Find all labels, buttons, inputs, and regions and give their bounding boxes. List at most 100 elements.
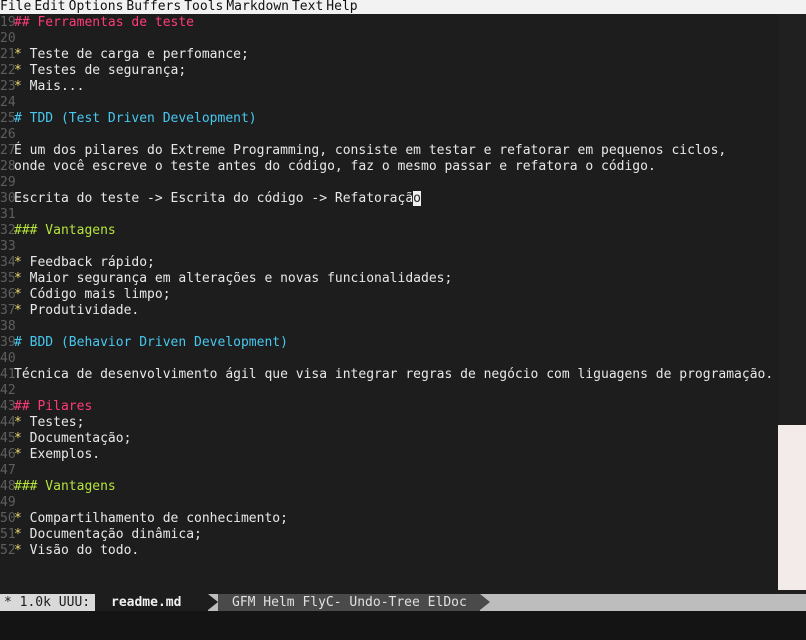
editor-line[interactable]: 41Técnica de desenvolvimento ágil que vi… — [0, 367, 806, 383]
editor-line[interactable]: 42 — [0, 383, 806, 399]
list-bullet: * — [14, 271, 30, 286]
editor-line[interactable]: 20 — [0, 31, 806, 47]
heading-text: # BDD (Behavior Driven Development) — [14, 335, 288, 350]
line-number: 50 — [0, 511, 16, 526]
buffer-filename[interactable]: readme.md — [95, 594, 208, 611]
editor-line[interactable]: 44* Testes; — [0, 415, 806, 431]
editor-line[interactable]: 29 — [0, 175, 806, 191]
menu-item-text[interactable]: Text — [292, 0, 326, 14]
line-number: 51 — [0, 527, 16, 542]
editor-line[interactable]: 49 — [0, 495, 806, 511]
menu-item-file[interactable]: File — [0, 0, 34, 14]
menu-item-options[interactable]: Options — [69, 0, 127, 14]
heading-text: ## Ferramentas de teste — [14, 15, 195, 30]
line-number: 37 — [0, 303, 16, 318]
editor-line[interactable]: 38 — [0, 319, 806, 335]
line-number: 49 — [0, 495, 16, 510]
line-text: É um dos pilares do Extreme Programming,… — [14, 143, 727, 158]
list-bullet: * — [14, 543, 30, 558]
editor-line[interactable]: 31 — [0, 207, 806, 223]
editor-line[interactable]: 46* Exemplos. — [0, 447, 806, 463]
line-number: 41 — [0, 367, 16, 382]
powerline-separator — [208, 594, 218, 610]
line-text: Feedback rápido; — [29, 255, 155, 270]
line-number: 30 — [0, 191, 16, 206]
editor-line[interactable]: 35* Maior segurança em alterações e nova… — [0, 271, 806, 287]
list-bullet: * — [14, 255, 30, 270]
editor-line[interactable]: 48### Vantagens — [0, 479, 806, 495]
list-bullet: * — [14, 511, 30, 526]
minor-modes[interactable]: GFM Helm FlyC- Undo-Tree ElDoc — [218, 594, 480, 611]
line-number: 42 — [0, 383, 16, 398]
line-text: Código mais limpo; — [29, 287, 171, 302]
editor-line[interactable]: 19## Ferramentas de teste — [0, 15, 806, 31]
line-number: 48 — [0, 479, 16, 494]
line-number: 47 — [0, 463, 16, 478]
list-bullet: * — [14, 47, 30, 62]
editor-line[interactable]: 24 — [0, 95, 806, 111]
editor-line[interactable]: 40 — [0, 351, 806, 367]
heading-text: ### Vantagens — [14, 479, 116, 494]
editor-line[interactable]: 25# TDD (Test Driven Development) — [0, 111, 806, 127]
line-text: onde você escreve o teste antes do códig… — [14, 159, 656, 174]
menu-item-markdown[interactable]: Markdown — [226, 0, 292, 14]
editor-line[interactable]: 21* Teste de carga e perfomance; — [0, 47, 806, 63]
editor-line[interactable]: 22* Testes de segurança; — [0, 63, 806, 79]
editor-line[interactable]: 50* Compartilhamento de conhecimento; — [0, 511, 806, 527]
line-number: 52 — [0, 543, 16, 558]
editor-line[interactable]: 30Escrita do teste -> Escrita do código … — [0, 191, 806, 207]
line-text: Mais... — [29, 79, 85, 94]
menu-item-buffers[interactable]: Buffers — [126, 0, 184, 14]
editor-line[interactable]: 52* Visão do todo. — [0, 543, 806, 559]
line-number: 27 — [0, 143, 16, 158]
line-number: 43 — [0, 399, 16, 414]
editor-line[interactable]: 47 — [0, 463, 806, 479]
line-text: Documentação dinâmica; — [29, 527, 202, 542]
editor-line[interactable]: 26 — [0, 127, 806, 143]
list-bullet: * — [14, 527, 30, 542]
editor-line[interactable]: 45* Documentação; — [0, 431, 806, 447]
editor-line[interactable]: 43## Pilares — [0, 399, 806, 415]
editor-line[interactable]: 28onde você escreve o teste antes do cód… — [0, 159, 806, 175]
editor-line[interactable]: 27É um dos pilares do Extreme Programmin… — [0, 143, 806, 159]
minibuffer[interactable] — [0, 611, 806, 640]
line-number: 33 — [0, 239, 16, 254]
editor-line[interactable]: 34* Feedback rápido; — [0, 255, 806, 271]
line-number: 28 — [0, 159, 16, 174]
line-number: 40 — [0, 351, 16, 366]
editor-line[interactable]: 33 — [0, 239, 806, 255]
heading-text: ## Pilares — [14, 399, 93, 414]
menu-item-tools[interactable]: Tools — [184, 0, 226, 14]
line-text: Visão do todo. — [29, 543, 140, 558]
line-number: 44 — [0, 415, 16, 430]
editor-line[interactable]: 32### Vantagens — [0, 223, 806, 239]
line-text: Técnica de desenvolvimento ágil que visa… — [14, 367, 774, 382]
list-bullet: * — [14, 447, 30, 462]
line-text: Exemplos. — [29, 447, 101, 462]
line-number: 23 — [0, 79, 16, 94]
editor-line[interactable]: 37* Produtividade. — [0, 303, 806, 319]
line-number: 29 — [0, 175, 16, 190]
line-text: Teste de carga e perfomance; — [29, 47, 249, 62]
line-number: 26 — [0, 127, 16, 142]
line-number: 38 — [0, 319, 16, 334]
menu-item-help[interactable]: Help — [326, 0, 360, 14]
list-bullet: * — [14, 287, 30, 302]
line-number: 45 — [0, 431, 16, 446]
editor-buffer[interactable]: 19## Ferramentas de teste 20 21* Teste de … — [0, 14, 778, 594]
line-text: Documentação; — [29, 431, 132, 446]
line-number: 19 — [0, 15, 16, 30]
line-number: 46 — [0, 447, 16, 462]
editor-line[interactable]: 23* Mais... — [0, 79, 806, 95]
buffer-status: * 1.0k UUU: — [0, 594, 95, 611]
editor-line[interactable]: 36* Código mais limpo; — [0, 287, 806, 303]
menu-item-edit[interactable]: Edit — [34, 0, 68, 14]
line-number: 22 — [0, 63, 16, 78]
side-panel — [778, 425, 806, 590]
line-number: 39 — [0, 335, 16, 350]
line-number: 35 — [0, 271, 16, 286]
editor-line[interactable]: 39# BDD (Behavior Driven Development) — [0, 335, 806, 351]
list-bullet: * — [14, 63, 30, 78]
line-number: 36 — [0, 287, 16, 302]
editor-line[interactable]: 51* Documentação dinâmica; — [0, 527, 806, 543]
